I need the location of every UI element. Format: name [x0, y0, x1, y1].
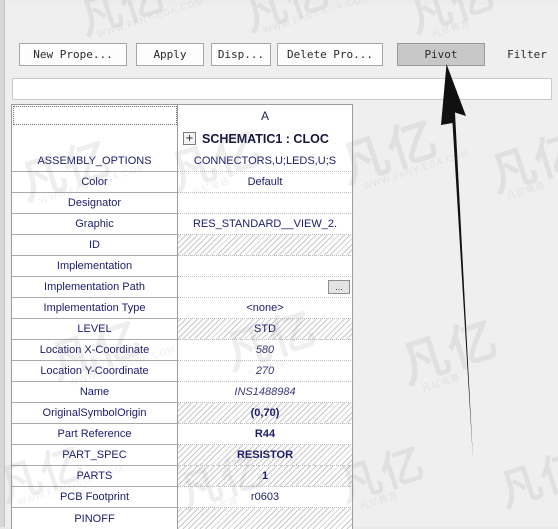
toolbar-button-delete-property[interactable]: Delete Pro...	[277, 43, 383, 66]
property-label: Implementation	[12, 256, 178, 277]
property-row[interactable]: Implementation Path...	[12, 277, 353, 298]
property-value[interactable]: INS1488984	[178, 382, 353, 403]
property-row[interactable]: Implementation Type <none>	[12, 298, 353, 319]
property-label: OriginalSymbolOrigin	[12, 403, 178, 424]
property-label: Location X-Coordinate	[12, 340, 178, 361]
toolbar-button-new-property[interactable]: New Prope...	[19, 43, 127, 66]
property-value-text: Default	[247, 176, 283, 188]
property-row[interactable]: PCB Footprint r0603	[12, 487, 353, 508]
property-label: Implementation Path	[12, 277, 178, 298]
property-label: Color	[12, 172, 178, 193]
property-value-text: 1	[261, 470, 269, 482]
grid-object-title-row: + SCHEMATIC1 : CLOC	[12, 126, 353, 151]
property-value[interactable]: RES_STANDARD__VIEW_2.	[178, 214, 353, 235]
property-value[interactable]: RESISTOR	[178, 445, 353, 466]
properties-grid[interactable]: A + SCHEMATIC1 : CLOC ASSEMBLY_OPTIONS CO…	[11, 104, 353, 529]
property-value[interactable]: 580	[178, 340, 353, 361]
property-value[interactable]: r0603	[178, 487, 353, 508]
property-value-text: r0603	[250, 491, 280, 503]
property-label: PINOFF	[12, 508, 178, 529]
property-label: Location Y-Coordinate	[12, 361, 178, 382]
property-row[interactable]: ASSEMBLY_OPTIONS CONNECTORS,U;LEDS,U;S	[12, 151, 353, 172]
grid-column-header-a[interactable]: A	[178, 105, 353, 126]
property-value[interactable]: 270	[178, 361, 353, 382]
property-value-text: STD	[254, 323, 276, 335]
property-label: PARTS	[12, 466, 178, 487]
toolbar-button-display[interactable]: Disp...	[211, 43, 271, 66]
property-label: Designator	[12, 193, 178, 214]
property-value[interactable]: <none>	[178, 298, 353, 319]
property-row[interactable]: Color Default	[12, 172, 353, 193]
property-row[interactable]: LEVEL STD	[12, 319, 353, 340]
property-label: ASSEMBLY_OPTIONS	[12, 151, 178, 172]
property-value[interactable]: 1	[178, 466, 353, 487]
property-value-text: RESISTOR	[236, 449, 294, 461]
property-label: PART_SPEC	[12, 445, 178, 466]
toolbar-button-filter[interactable]: Filter	[495, 43, 558, 66]
property-row[interactable]: Part Reference R44	[12, 424, 353, 445]
property-value[interactable]: Default	[178, 172, 353, 193]
grid-column-header-row: A	[12, 105, 353, 126]
property-row[interactable]: Location X-Coordinate 580	[12, 340, 353, 361]
property-value[interactable]	[178, 256, 353, 277]
property-editor-toolbar: New Prope... Apply Disp... Delete Pro... Piv…	[5, 40, 558, 72]
property-value-text: (0,70)	[250, 407, 280, 419]
property-value-text: INS1488984	[234, 386, 296, 398]
browse-ellipsis-button[interactable]: ...	[328, 280, 350, 294]
property-value[interactable]: R44	[178, 424, 353, 445]
property-value[interactable]: STD	[178, 319, 353, 340]
property-value[interactable]	[178, 193, 353, 214]
property-row[interactable]: Location Y-Coordinate 270	[12, 361, 353, 382]
property-value-text: 270	[255, 365, 275, 377]
property-label: Graphic	[12, 214, 178, 235]
property-value[interactable]	[178, 508, 353, 529]
property-label: Implementation Type	[12, 298, 178, 319]
property-value-text: RES_STANDARD__VIEW_2.	[192, 218, 338, 230]
expand-plus-icon[interactable]: +	[183, 132, 196, 145]
property-row[interactable]: PART_SPEC RESISTOR	[12, 445, 353, 466]
property-value-text: CONNECTORS,U;LEDS,U;S	[193, 155, 337, 167]
property-value[interactable]: (0,70)	[178, 403, 353, 424]
grid-corner-cell[interactable]	[12, 105, 178, 126]
property-row[interactable]: Designator	[12, 193, 353, 214]
property-label: ID	[12, 235, 178, 256]
property-value[interactable]	[178, 235, 353, 256]
property-row[interactable]: Implementation	[12, 256, 353, 277]
property-row[interactable]: Graphic RES_STANDARD__VIEW_2.	[12, 214, 353, 235]
property-value[interactable]: CONNECTORS,U;LEDS,U;S	[178, 151, 353, 172]
schematic-object-title: SCHEMATIC1 : CLOC	[202, 131, 329, 146]
property-row[interactable]: PINOFF	[12, 508, 353, 529]
grid-title-left-cell	[12, 126, 178, 151]
property-row[interactable]: PARTS 1	[12, 466, 353, 487]
toolbar-button-pivot[interactable]: Pivot	[397, 43, 485, 66]
property-label: PCB Footprint	[12, 487, 178, 508]
property-label: LEVEL	[12, 319, 178, 340]
property-row[interactable]: OriginalSymbolOrigin (0,70)	[12, 403, 353, 424]
property-value-text: R44	[254, 428, 276, 440]
property-label: Part Reference	[12, 424, 178, 445]
property-row[interactable]: Name INS1488984	[12, 382, 353, 403]
toolbar-button-apply[interactable]: Apply	[136, 43, 204, 66]
property-value-text: <none>	[246, 302, 284, 314]
property-value[interactable]: ...	[178, 277, 353, 298]
property-editor-window: New Prope... Apply Disp... Delete Pro... Piv…	[0, 0, 558, 529]
filter-input[interactable]	[12, 78, 552, 100]
property-value-text: 580	[255, 344, 275, 356]
property-row[interactable]: ID	[12, 235, 353, 256]
grid-title-right-cell[interactable]: + SCHEMATIC1 : CLOC	[178, 126, 353, 151]
property-label: Name	[12, 382, 178, 403]
